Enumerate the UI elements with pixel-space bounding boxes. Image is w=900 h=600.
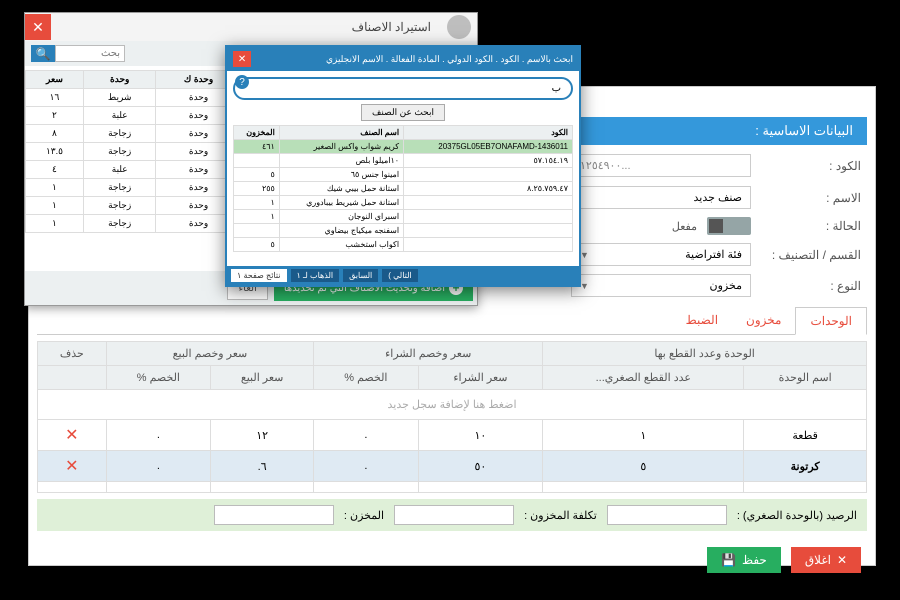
- search-result-row[interactable]: اسبراي النوجان١: [234, 210, 573, 224]
- search-result-row[interactable]: 20375GL05EB7ONAFAMD-1436011كريم شواب واك…: [234, 140, 573, 154]
- grid-header: وحدة: [83, 71, 155, 89]
- close-button[interactable]: ✕ اغلاق: [791, 547, 861, 573]
- new-record-row[interactable]: اضغط هنا لإضافة سجل جديد: [38, 390, 867, 420]
- close-icon: ✕: [837, 553, 847, 567]
- status-text: مفعل: [672, 220, 697, 233]
- code-input[interactable]: ١٢٥٤٩٠٠...: [571, 154, 751, 177]
- goto-button[interactable]: الذهاب لـ ١: [291, 269, 340, 282]
- code-label: الكود :: [761, 159, 861, 173]
- store-input[interactable]: [214, 505, 334, 525]
- category-dropdown[interactable]: فئة افتراضية ▼: [571, 243, 751, 266]
- tab-units[interactable]: الوحدات: [795, 307, 867, 335]
- grid-header: عدد القطع الصغري...: [543, 366, 744, 390]
- prev-button[interactable]: السابق: [343, 269, 378, 282]
- balance-bar: الرصيد (بالوحدة الصغري) : تكلفة المخزون …: [37, 499, 867, 531]
- search-dialog: ابحث بالاسم . الكود . الكود الدولي . الم…: [225, 45, 581, 287]
- cost-input[interactable]: [394, 505, 514, 525]
- grid-header: اسم الوحدة: [744, 366, 867, 390]
- search-icon[interactable]: 🔍: [31, 45, 55, 62]
- import-search-input[interactable]: [55, 45, 125, 62]
- import-title: استيراد الاصناف: [51, 15, 441, 39]
- grid-header: اسم الصنف: [279, 126, 403, 140]
- balance-input[interactable]: [607, 505, 727, 525]
- grid-header: الكود: [404, 126, 573, 140]
- help-icon[interactable]: ?: [235, 75, 249, 89]
- save-icon: 💾: [721, 553, 736, 567]
- grid-header: سعر: [26, 71, 84, 89]
- search-button[interactable]: ابحث عن الصنف: [361, 104, 445, 121]
- search-result-row[interactable]: امينوا جنس ٦٥٥: [234, 168, 573, 182]
- grid-row[interactable]: [38, 482, 867, 493]
- name-label: الاسم :: [761, 191, 861, 205]
- units-grid: الوحدة وعدد القطع بها سعر وخصم الشراء سع…: [37, 341, 867, 493]
- search-results-grid: الكوداسم الصنفالمخزون 20375GL05EB7ONAFAM…: [233, 125, 573, 252]
- grid-header: الخصم %: [106, 366, 210, 390]
- name-input[interactable]: صنف جديد: [571, 186, 751, 209]
- grid-header: سعر الشراء: [418, 366, 543, 390]
- status-label: الحالة :: [761, 219, 861, 233]
- category-value: فئة افتراضية: [685, 248, 742, 261]
- next-button[interactable]: ( التالي: [382, 269, 418, 282]
- grid-header: المخزون: [234, 126, 280, 140]
- chevron-down-icon: ▼: [580, 281, 589, 291]
- save-button[interactable]: حفظ 💾: [707, 547, 781, 573]
- balance-label: الرصيد (بالوحدة الصغري) :: [737, 509, 857, 522]
- status-toggle[interactable]: [707, 217, 751, 235]
- delete-row-button[interactable]: ✕: [38, 420, 107, 451]
- app-logo-icon: [447, 15, 471, 39]
- type-dropdown[interactable]: مخزون ▼: [571, 274, 751, 297]
- type-label: النوع :: [761, 279, 861, 293]
- search-result-row[interactable]: اسفنجه ميكياج بيضاوي: [234, 224, 573, 238]
- search-result-row[interactable]: ٥٧.١٥٤.١٩١٠اميلوا بلص: [234, 154, 573, 168]
- cost-label: تكلفة المخزون :: [524, 509, 597, 522]
- chevron-down-icon: ▼: [580, 250, 589, 260]
- grid-row[interactable]: كرتونة ٥ ٥٠ . ٦. . ✕: [38, 451, 867, 482]
- grid-header: سعر وخصم البيع: [106, 342, 314, 366]
- type-value: مخزون: [710, 279, 742, 292]
- tab-settings[interactable]: الضبط: [672, 307, 732, 334]
- grid-header: الخصم %: [314, 366, 418, 390]
- search-pager: نتائج صفحة ١ الذهاب لـ ١ السابق ( التالي: [227, 266, 579, 285]
- grid-header: سعر وخصم الشراء: [314, 342, 543, 366]
- tabs: الوحدات مخزون الضبط: [37, 307, 867, 335]
- delete-row-button[interactable]: ✕: [38, 451, 107, 482]
- tab-stock[interactable]: مخزون: [732, 307, 795, 334]
- grid-row[interactable]: قطعة ١ ١٠ . ١٢ . ✕: [38, 420, 867, 451]
- search-dialog-title: ابحث بالاسم . الكود . الكود الدولي . الم…: [326, 54, 573, 65]
- search-result-row[interactable]: ٨.٢٥.٧٥٩.٤٧استانة حمل بيبي شيك٢٥٥: [234, 182, 573, 196]
- grid-header: الوحدة وعدد القطع بها: [543, 342, 867, 366]
- search-close-button[interactable]: ✕: [233, 51, 251, 67]
- grid-header: سعر البيع: [211, 366, 314, 390]
- category-label: القسم / التصنيف :: [761, 248, 861, 262]
- search-result-row[interactable]: اكواب استخشب٥: [234, 238, 573, 252]
- import-close-button[interactable]: ✕: [25, 14, 51, 40]
- store-label: المخزن :: [344, 509, 384, 522]
- search-result-row[interactable]: استانة حمل شيريط بيبادوري١: [234, 196, 573, 210]
- grid-header: حذف: [38, 342, 107, 366]
- results-summary: نتائج صفحة ١: [231, 269, 287, 282]
- search-input[interactable]: [233, 77, 573, 100]
